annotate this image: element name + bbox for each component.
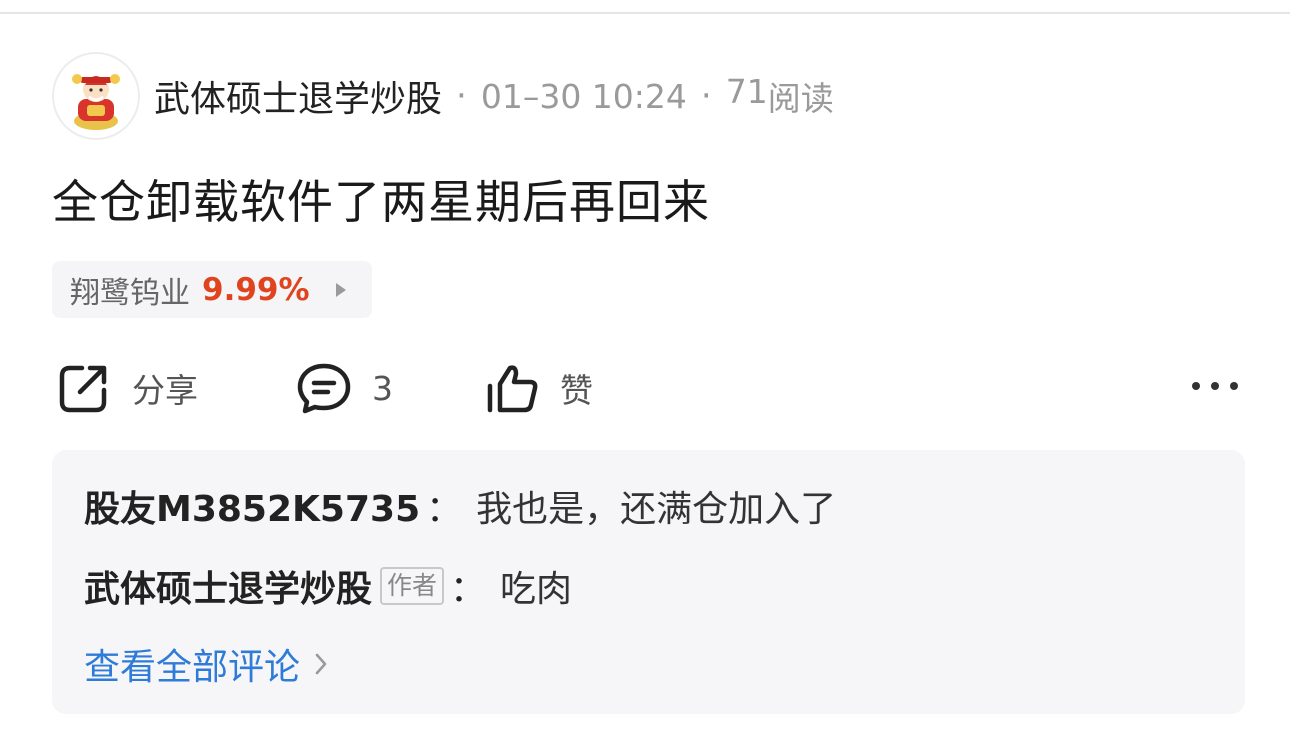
more-dots-icon (1211, 382, 1219, 390)
thumbs-up-icon (487, 365, 538, 413)
read-count-value: 71 (725, 72, 768, 111)
comment-item[interactable]: 股友M3852K5735 ： 我也是，还满仓加入了 (84, 480, 836, 532)
post-date: 01–30 10:24 (480, 76, 687, 116)
more-options-button[interactable] (1192, 376, 1238, 396)
meta-separator: · (456, 76, 467, 116)
play-arrow-icon (335, 282, 346, 297)
comments-preview: 股友M3852K5735 ： 我也是，还满仓加入了 武体硕士退学炒股 作者 ： … (52, 450, 1245, 714)
comment-bubble-icon (297, 363, 351, 414)
stock-change: 9.99% (202, 271, 310, 308)
stock-chip[interactable]: 翔鹭钨业 9.99% (52, 261, 372, 318)
like-button[interactable]: 赞 (484, 356, 593, 420)
post-header: 武体硕士退学炒股 · 01–30 10:24 · 71 阅读 (52, 52, 834, 140)
view-all-label: 查看全部评论 (84, 647, 301, 688)
read-count-label: 阅读 (767, 79, 834, 118)
comment-separator: ： (426, 489, 463, 530)
fortune-god-avatar-icon (72, 74, 120, 130)
comment-separator: ： (450, 569, 487, 610)
read-count: 71 阅读 (726, 72, 834, 120)
stock-name: 翔鹭钨业 (70, 275, 190, 311)
comment-username[interactable]: 股友M3852K5735 (84, 480, 420, 532)
post-title[interactable]: 全仓卸载软件了两星期后再回来 (52, 166, 710, 232)
share-button[interactable]: 分享 (56, 356, 198, 420)
comment-text: 我也是，还满仓加入了 (476, 489, 837, 530)
comment-text: 吃肉 (500, 569, 573, 610)
share-icon (59, 365, 107, 413)
author-tag-badge: 作者 (380, 567, 445, 605)
comment-item[interactable]: 武体硕士退学炒股 作者 ： 吃肉 (84, 560, 572, 612)
action-bar: 分享 3 赞 (0, 356, 1290, 420)
meta-separator: · (700, 76, 712, 116)
top-divider (0, 12, 1290, 14)
author-avatar[interactable] (52, 52, 140, 140)
share-label: 分享 (132, 371, 198, 410)
more-dots-icon (1230, 382, 1238, 390)
chevron-right-icon (315, 653, 327, 675)
comment-count: 3 (372, 368, 393, 408)
more-dots-icon (1192, 382, 1200, 390)
comment-username[interactable]: 武体硕士退学炒股 (84, 560, 372, 612)
author-name[interactable]: 武体硕士退学炒股 (154, 70, 442, 122)
comment-button[interactable]: 3 (296, 356, 393, 420)
like-label: 赞 (560, 371, 593, 410)
view-all-comments-link[interactable]: 查看全部评论 (84, 638, 328, 690)
post-meta: 武体硕士退学炒股 · 01–30 10:24 · 71 阅读 (154, 70, 834, 122)
